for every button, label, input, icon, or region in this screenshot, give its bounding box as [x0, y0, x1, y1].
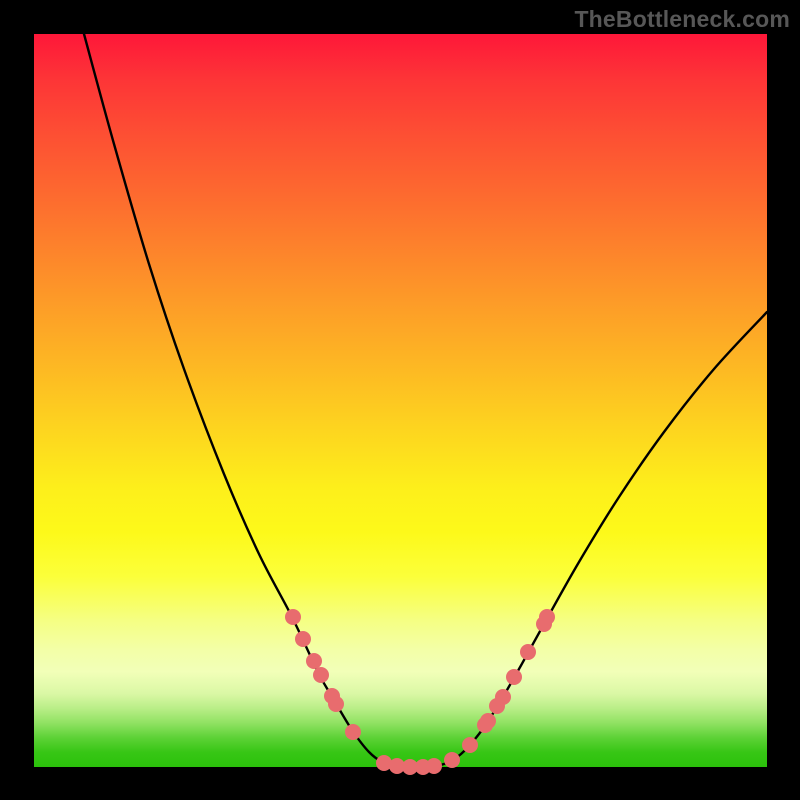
- curve-dot: [285, 609, 301, 625]
- curve-dot: [444, 752, 460, 768]
- curve-dots: [285, 609, 555, 775]
- curve-dot: [328, 696, 344, 712]
- chart-frame: TheBottleneck.com: [0, 0, 800, 800]
- curve-dot: [345, 724, 361, 740]
- curve-dot: [313, 667, 329, 683]
- bottleneck-curve: [84, 34, 767, 767]
- watermark-text: TheBottleneck.com: [574, 6, 790, 33]
- plot-area: [34, 34, 767, 767]
- curve-dot: [462, 737, 478, 753]
- curve-svg: [34, 34, 767, 767]
- curve-dot: [520, 644, 536, 660]
- curve-dot: [426, 758, 442, 774]
- curve-dot: [506, 669, 522, 685]
- curve-dot: [306, 653, 322, 669]
- curve-dot: [480, 713, 496, 729]
- curve-dot: [495, 689, 511, 705]
- curve-dot: [295, 631, 311, 647]
- curve-dot: [539, 609, 555, 625]
